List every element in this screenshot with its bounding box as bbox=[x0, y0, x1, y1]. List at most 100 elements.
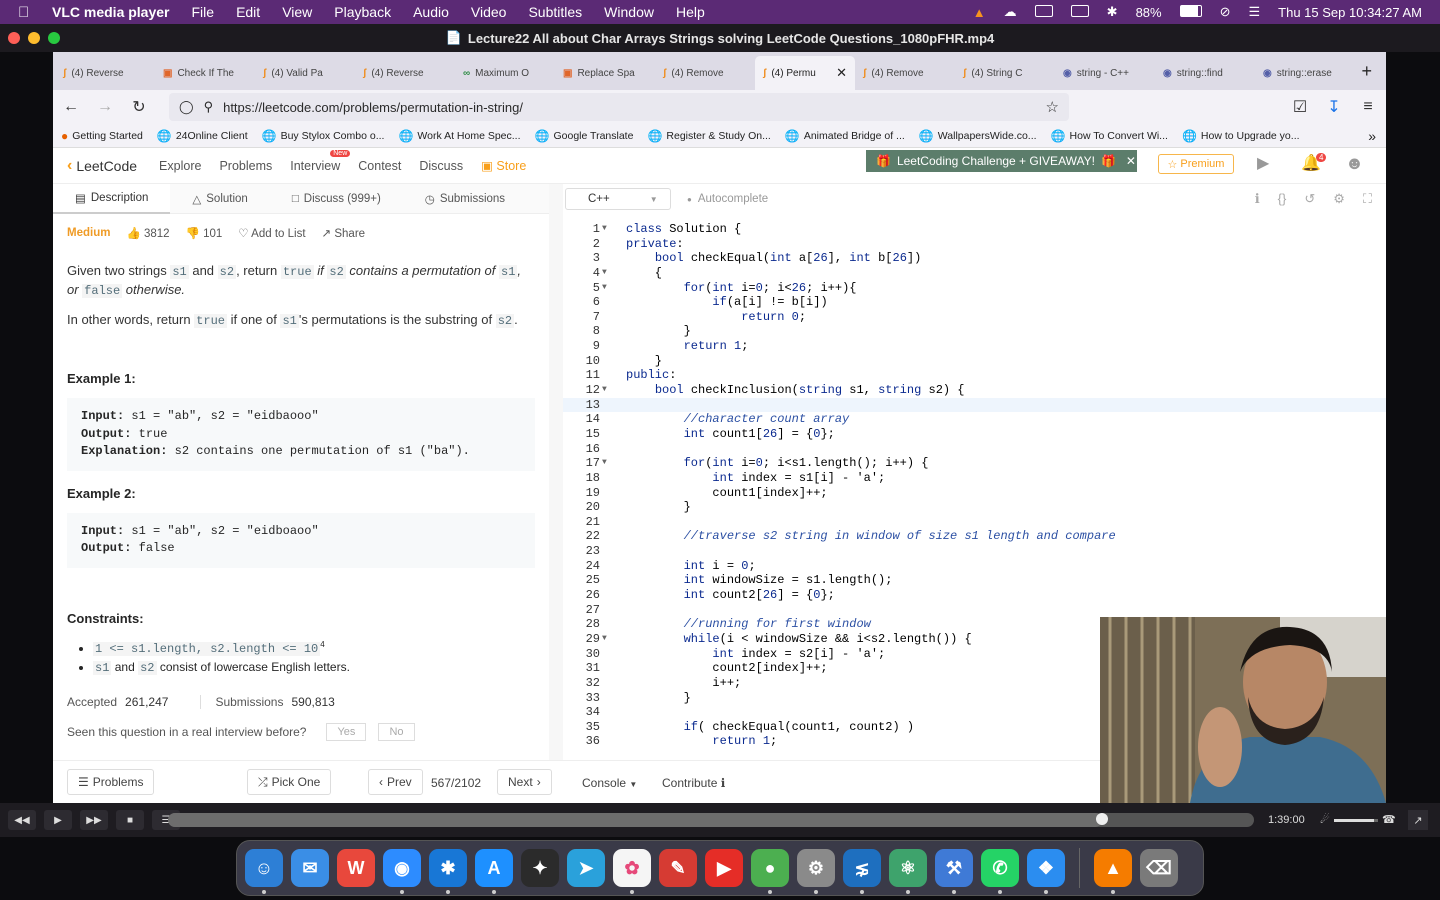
settings-icon[interactable]: ⚙ bbox=[1333, 191, 1345, 207]
code-line[interactable]: 12 ▼ bool checkInclusion(string s1, strin… bbox=[563, 383, 1386, 398]
apple-icon[interactable]:  bbox=[18, 4, 40, 21]
menu-view[interactable]: View bbox=[282, 4, 312, 20]
pick-one-button[interactable]: ⤮ Pick One bbox=[247, 769, 332, 795]
rewind-button[interactable]: ◀◀ bbox=[8, 810, 36, 830]
acrobat-icon[interactable]: ✱ bbox=[429, 849, 467, 894]
menu-playback[interactable]: Playback bbox=[334, 4, 391, 20]
menu-video[interactable]: Video bbox=[471, 4, 507, 20]
bookmark-item[interactable]: 🌐 How To Convert Wi... bbox=[1051, 129, 1168, 143]
leetcode-logo[interactable]: ‹ LeetCode bbox=[67, 157, 137, 175]
nav-store[interactable]: ▣ Store bbox=[481, 158, 526, 173]
mail-icon[interactable]: ✉ bbox=[291, 849, 329, 887]
prev-button[interactable]: ‹ Prev bbox=[368, 769, 423, 795]
code-line[interactable]: 27 bbox=[563, 603, 1386, 618]
trash-icon[interactable]: ⌫ bbox=[1140, 849, 1178, 887]
shield-icon[interactable]: ◯ bbox=[179, 99, 194, 115]
contribute-button[interactable]: Contribute ℹ bbox=[662, 776, 725, 790]
fast-forward-button[interactable]: ▶▶ bbox=[80, 810, 108, 830]
wifi-off-icon[interactable]: ⊘ bbox=[1220, 4, 1231, 20]
clock[interactable]: Thu 15 Sep 10:34:27 AM bbox=[1278, 5, 1422, 20]
code-line[interactable]: 7 return 0; bbox=[563, 310, 1386, 325]
screen-icon[interactable] bbox=[1034, 4, 1053, 20]
code-line[interactable]: 5 ▼ for(int i=0; i<26; i++){ bbox=[563, 281, 1386, 296]
app-store-icon[interactable]: A bbox=[475, 849, 513, 894]
fold-icon[interactable]: ▼ bbox=[602, 383, 607, 398]
reset-icon[interactable]: ↺ bbox=[1304, 191, 1315, 207]
lock-icon[interactable]: ⚲ bbox=[204, 99, 214, 115]
address-bar[interactable]: ◯ ⚲ https://leetcode.com/problems/permut… bbox=[169, 93, 1069, 121]
reload-icon[interactable]: ↻ bbox=[131, 97, 147, 117]
telegram-icon[interactable]: ➤ bbox=[567, 849, 605, 887]
autocomplete-toggle[interactable]: ● Autocomplete bbox=[687, 193, 768, 205]
browser-tab[interactable]: ∞ Maximum O bbox=[455, 56, 555, 90]
menu-subtitles[interactable]: Subtitles bbox=[528, 4, 582, 20]
code-line[interactable]: 9 return 1; bbox=[563, 339, 1386, 354]
menu-help[interactable]: Help bbox=[676, 4, 705, 20]
browser-tab[interactable]: ◉ string::erase bbox=[1255, 56, 1355, 90]
vscode-icon[interactable]: ⋦ bbox=[843, 849, 881, 894]
atom-icon[interactable]: ⚛ bbox=[889, 849, 927, 894]
bookmark-item[interactable]: 🌐 WallpapersWide.co... bbox=[919, 129, 1037, 143]
app-menu[interactable]: VLC media player bbox=[52, 4, 170, 20]
browser-tab[interactable]: ◉ string::find bbox=[1155, 56, 1255, 90]
code-line[interactable]: 24 int i = 0; bbox=[563, 559, 1386, 574]
tab-description[interactable]: ▤ Description bbox=[53, 183, 171, 214]
code-line[interactable]: 20 } bbox=[563, 500, 1386, 515]
panel-resize-handle[interactable] bbox=[549, 184, 563, 760]
code-line[interactable]: 8 } bbox=[563, 324, 1386, 339]
code-line[interactable]: 25 int windowSize = s1.length(); bbox=[563, 573, 1386, 588]
problems-list-button[interactable]: ☰ Problems bbox=[67, 769, 155, 795]
seek-bar[interactable] bbox=[168, 813, 1254, 827]
browser-tab-active[interactable]: ʃ (4) Permu ✕ bbox=[755, 56, 855, 90]
code-line[interactable]: 23 bbox=[563, 544, 1386, 559]
forward-icon[interactable]: → bbox=[97, 98, 113, 116]
bookmark-item[interactable]: 🌐 Buy Stylox Combo o... bbox=[262, 129, 385, 143]
close-banner-icon[interactable]: ✕ bbox=[1126, 154, 1136, 168]
volume-icon[interactable]: ☄ bbox=[1320, 813, 1330, 826]
code-line[interactable]: 6 if(a[i] != b[i]) bbox=[563, 295, 1386, 310]
share-button[interactable]: ↗ Share bbox=[322, 226, 366, 240]
browser-tab[interactable]: ʃ (4) String C bbox=[955, 56, 1055, 90]
language-select[interactable]: C++ ▼ bbox=[565, 188, 671, 210]
challenge-banner[interactable]: 🎁 LeetCoding Challenge + GIVEAWAY! 🎁 ✕ bbox=[866, 150, 1137, 172]
browser-tab[interactable]: ʃ (4) Remove bbox=[855, 56, 955, 90]
fullscreen-icon[interactable]: ⛶ bbox=[1363, 191, 1372, 207]
browser-tab[interactable]: ʃ (4) Valid Pa bbox=[255, 56, 355, 90]
nav-contest[interactable]: Contest bbox=[358, 159, 401, 173]
new-tab-icon[interactable]: + bbox=[1361, 61, 1372, 82]
console-button[interactable]: Console ▼ bbox=[582, 776, 637, 790]
menu-file[interactable]: File bbox=[192, 4, 215, 20]
stop-button[interactable]: ■ bbox=[116, 810, 144, 830]
code-line[interactable]: 21 bbox=[563, 515, 1386, 530]
zoom-icon[interactable]: ◉ bbox=[383, 849, 421, 894]
back-icon[interactable]: ← bbox=[63, 98, 79, 116]
avatar-icon[interactable]: ☻ bbox=[1345, 153, 1364, 174]
menu-window[interactable]: Window bbox=[604, 4, 654, 20]
code-line[interactable]: 14 //character count array bbox=[563, 412, 1386, 427]
vlc-icon[interactable]: ▲ bbox=[1094, 849, 1132, 894]
add-to-list-button[interactable]: ♡ Add to List bbox=[238, 226, 305, 240]
bookmark-item[interactable]: 🌐 24Online Client bbox=[157, 129, 248, 143]
browser-tab[interactable]: ʃ (4) Remove bbox=[655, 56, 755, 90]
tab-discuss[interactable]: □ Discuss (999+) bbox=[270, 184, 403, 214]
url-text[interactable]: https://leetcode.com/problems/permutatio… bbox=[223, 100, 1035, 115]
safari-icon[interactable]: ❖ bbox=[1027, 849, 1065, 894]
nav-problems[interactable]: Problems bbox=[219, 159, 272, 173]
seek-knob[interactable] bbox=[1095, 813, 1108, 825]
code-line[interactable]: 17 ▼ for(int i=0; i<s1.length(); i++) { bbox=[563, 456, 1386, 471]
vlc-status-icon[interactable]: ▲ bbox=[973, 5, 986, 20]
bookmark-star-icon[interactable]: ☆ bbox=[1046, 98, 1059, 116]
premium-button[interactable]: ☆ Premium bbox=[1158, 154, 1234, 174]
bookmark-item[interactable]: 🌐 How to Upgrade yo... bbox=[1182, 129, 1300, 143]
bluetooth-icon[interactable]: ✱ bbox=[1107, 4, 1118, 20]
fold-icon[interactable]: ▼ bbox=[602, 632, 607, 647]
bookmark-item[interactable]: 🌐 Register & Study On... bbox=[647, 129, 770, 143]
bookmark-item[interactable]: 🌐 Google Translate bbox=[535, 129, 634, 143]
bookmark-item[interactable]: 🌐 Animated Bridge of ... bbox=[785, 129, 905, 143]
whatsapp-icon[interactable]: ✆ bbox=[981, 849, 1019, 894]
system-prefs-icon[interactable]: ⚙ bbox=[797, 849, 835, 894]
close-tab-icon[interactable]: ✕ bbox=[836, 65, 847, 81]
no-button[interactable]: No bbox=[378, 722, 415, 741]
play-button[interactable]: ▶ bbox=[44, 810, 72, 830]
nav-interview[interactable]: Interview New bbox=[290, 149, 351, 173]
